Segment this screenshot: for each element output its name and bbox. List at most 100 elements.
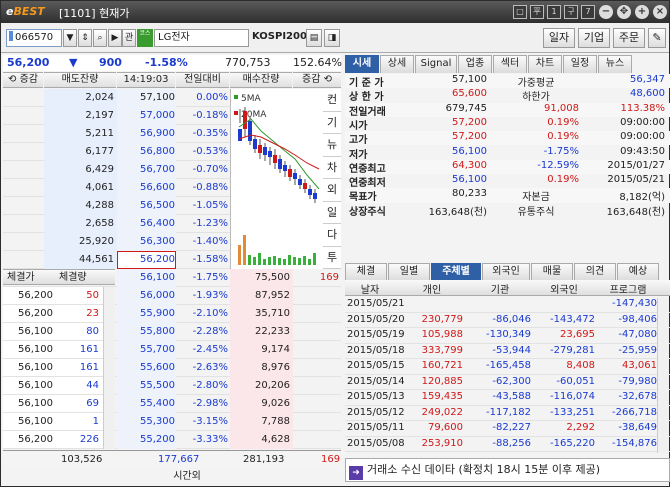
- save-icon[interactable]: ▤: [306, 29, 322, 47]
- grid-row[interactable]: 2015/05/20 230,779 -86,046 -143,472 -98,406: [345, 313, 670, 328]
- grid-value: -25,959: [618, 344, 657, 356]
- info-value2: 8,182(억): [619, 192, 665, 204]
- execution-list: 체결가 체결량 56,100 -1.75% 75,500 169 56,000 -1.93% 8…: [3, 269, 341, 449]
- tab-3[interactable]: 업종: [458, 55, 492, 73]
- grid-row[interactable]: 2015/05/19 105,988 -130,349 23,695 -47,080: [345, 328, 670, 344]
- maximize-icon[interactable]: +: [635, 5, 649, 19]
- close-icon[interactable]: ×: [653, 5, 667, 19]
- daily-button[interactable]: 일자: [543, 28, 575, 48]
- tab-4[interactable]: 섹터: [493, 55, 527, 73]
- grid-value: -165,458: [486, 360, 531, 371]
- exec-price: 56,100: [18, 380, 53, 391]
- grid-value: 253,910: [421, 437, 463, 449]
- grid-scrollbar[interactable]: [657, 298, 669, 453]
- volume-bar: [288, 255, 291, 265]
- vertical-tab[interactable]: 차: [323, 156, 341, 179]
- exec-qty: 80: [86, 326, 99, 337]
- tab-0[interactable]: 시세: [345, 55, 379, 73]
- grid-row[interactable]: 2015/05/11 79,600 -82,227 2,292 -38,649: [345, 421, 670, 437]
- refresh-icon[interactable]: ⟲: [8, 74, 20, 85]
- tab-5[interactable]: 차트: [528, 55, 562, 73]
- candle-body: [313, 193, 317, 199]
- exec-row: 56,200 23: [3, 305, 103, 323]
- tab-7[interactable]: 뉴스: [598, 55, 632, 73]
- investor-tab-2[interactable]: 주체별: [431, 263, 481, 281]
- grid-row[interactable]: 2015/05/15 160,721 -165,458 8,408 43,061: [345, 359, 670, 375]
- info-value2: 2015/01/27: [607, 159, 665, 171]
- window-option-button[interactable]: 1: [547, 5, 561, 19]
- grid-value: -98,406: [618, 313, 657, 325]
- mini-chart: 5MA 20MA: [230, 89, 323, 269]
- window-option-button[interactable]: 7: [581, 5, 595, 19]
- down-arrow-icon: ▼: [69, 56, 78, 69]
- exec-row: 56,200 226: [3, 431, 103, 449]
- grid-row[interactable]: 2015/05/13 159,435 -43,588 -116,074 -32,678: [345, 390, 670, 406]
- sell-price: 56,700: [140, 164, 175, 175]
- candle-body: [288, 169, 292, 177]
- volume: 770,753: [225, 56, 271, 69]
- buy-rate: -1.93%: [192, 290, 228, 301]
- buy-rate: -2.63%: [192, 362, 228, 373]
- exec-qty: 44: [86, 380, 99, 391]
- buy-price: 55,800: [140, 326, 175, 337]
- investor-tab-5[interactable]: 의견: [574, 263, 616, 281]
- vertical-tab[interactable]: 외: [323, 179, 341, 202]
- code-dropdown-icon[interactable]: ▼: [63, 29, 77, 47]
- info-value: 65,600: [452, 88, 487, 100]
- window-option-button[interactable]: 구: [564, 5, 578, 19]
- investor-tab-3[interactable]: 외국인: [482, 263, 530, 281]
- grid-row[interactable]: 2015/05/21 -147,430: [345, 297, 670, 313]
- candle-body: [278, 159, 282, 169]
- buy-change: 169: [319, 272, 339, 283]
- window-option-button[interactable]: □: [513, 5, 527, 19]
- grid-row[interactable]: 2015/05/08 253,910 -88,256 -165,220 -154,876: [345, 437, 670, 452]
- search-icon[interactable]: ⌕: [93, 29, 107, 47]
- panel-icon[interactable]: ◨: [324, 29, 340, 47]
- settings-icon[interactable]: ✎: [648, 28, 666, 48]
- stock-name-field[interactable]: LG전자: [154, 29, 249, 47]
- updown-icon[interactable]: ⇕: [78, 29, 92, 47]
- minimize-icon[interactable]: −: [599, 5, 613, 19]
- grid-header-2: 기관: [490, 285, 510, 296]
- tab-1[interactable]: 상세: [380, 55, 414, 73]
- vertical-tab[interactable]: 투: [323, 246, 341, 269]
- grid-row[interactable]: 2015/05/12 249,022 -117,182 -133,251 -266,71…: [345, 406, 670, 421]
- window-option-button[interactable]: 平: [530, 5, 544, 19]
- vertical-tab[interactable]: 일: [323, 201, 341, 224]
- grid-value: -279,281: [550, 344, 595, 356]
- vertical-tab[interactable]: 컨: [323, 89, 341, 112]
- grid-row[interactable]: 2015/05/18 333,799 -53,944 -279,281 -25,959: [345, 344, 670, 359]
- investor-tab-1[interactable]: 일별: [388, 263, 430, 281]
- exec-scrollbar[interactable]: [103, 287, 115, 449]
- exec-qty: 161: [79, 344, 99, 355]
- refresh-icon[interactable]: ⟲: [320, 74, 332, 85]
- stock-code-input[interactable]: 066570: [6, 29, 62, 47]
- vertical-tab[interactable]: 기: [323, 111, 341, 134]
- price-summary: 56,200 ▼ 900 -1.58% 770,753 152.64%: [3, 55, 342, 71]
- buy-row[interactable]: 56,100 -1.75% 75,500 169: [3, 269, 341, 287]
- vertical-tab[interactable]: 뉴: [323, 134, 341, 157]
- vertical-tab[interactable]: 다: [323, 224, 341, 247]
- investor-tab-4[interactable]: 매물: [531, 263, 573, 281]
- buy-qty: 7,788: [261, 416, 290, 427]
- company-button[interactable]: 기업: [578, 28, 610, 48]
- move-icon[interactable]: ✥: [617, 5, 631, 19]
- investor-tab-6[interactable]: 예상: [617, 263, 659, 281]
- tab-2[interactable]: Signal: [415, 55, 457, 73]
- exec-price: 56,100: [18, 398, 53, 409]
- investor-tab-0[interactable]: 체결: [345, 263, 387, 281]
- volume-ratio: 152.64%: [293, 56, 342, 69]
- info-value2: 48,600: [630, 88, 665, 100]
- info-value2: 09:43:50: [620, 145, 665, 157]
- info-value2: 56,347: [630, 74, 665, 85]
- order-button[interactable]: 주문: [613, 28, 645, 48]
- grid-row[interactable]: 2015/05/14 120,885 -62,300 -60,051 -79,980: [345, 375, 670, 390]
- arrow-right-icon: ➜: [349, 466, 363, 480]
- buy-rate: -2.10%: [192, 308, 228, 319]
- related-button[interactable]: 관: [122, 29, 136, 47]
- after-hours-label[interactable]: 시간외: [147, 468, 227, 486]
- exec-row: 56,100 80: [3, 323, 103, 341]
- exec-price: 56,100: [18, 344, 53, 355]
- tab-6[interactable]: 일정: [563, 55, 597, 73]
- play-icon[interactable]: ▶: [108, 29, 122, 47]
